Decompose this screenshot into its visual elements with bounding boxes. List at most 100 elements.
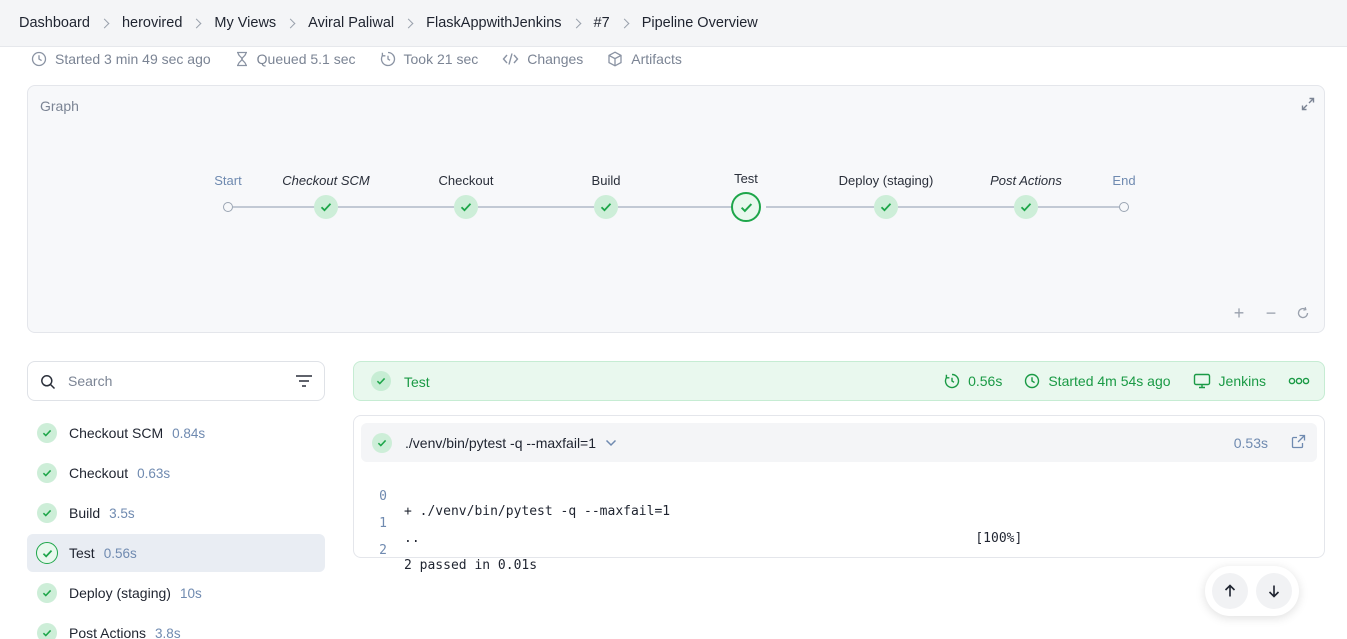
scroll-bottom-button[interactable] xyxy=(1256,573,1292,609)
success-icon xyxy=(371,371,391,391)
success-icon xyxy=(37,623,57,639)
stage-duration-text: 0.56s xyxy=(968,373,1003,389)
breadcrumb-build[interactable]: #7 xyxy=(594,15,610,31)
success-node[interactable] xyxy=(874,195,898,219)
search-input[interactable] xyxy=(68,371,288,391)
stage-label: Build xyxy=(591,173,621,188)
breadcrumb-my-views[interactable]: My Views xyxy=(214,15,276,31)
changes-label: Changes xyxy=(527,51,584,67)
success-node[interactable] xyxy=(314,195,338,219)
step-item-selected[interactable]: Test 0.56s xyxy=(27,534,325,572)
scroll-controls xyxy=(1205,566,1299,616)
step-name: Post Actions xyxy=(69,625,147,639)
more-options-button[interactable] xyxy=(1288,377,1310,385)
step-name: Checkout SCM xyxy=(69,425,164,441)
queued-text: Queued 5.1 sec xyxy=(256,51,356,67)
artifacts-label: Artifacts xyxy=(631,51,682,67)
breadcrumb-dashboard[interactable]: Dashboard xyxy=(19,15,90,31)
chevron-right-icon xyxy=(619,18,630,28)
success-icon xyxy=(37,423,57,443)
check-icon xyxy=(1020,203,1032,212)
chevron-right-icon xyxy=(571,18,581,28)
step-duration: 0.63s xyxy=(137,466,171,481)
stage-label: Checkout xyxy=(438,173,494,188)
success-icon xyxy=(37,583,57,603)
stage-header: Test 0.56s Started 4m 54s ago Jenkins xyxy=(353,361,1325,401)
line-number[interactable]: 2 xyxy=(376,543,390,558)
step-item[interactable]: Build 3.5s xyxy=(27,494,325,532)
connector xyxy=(478,206,594,208)
artifacts-link[interactable]: Artifacts xyxy=(607,51,682,67)
connector xyxy=(233,206,326,208)
success-icon xyxy=(37,463,57,483)
chevron-right-icon xyxy=(99,18,110,28)
log-lines: 0 + ./venv/bin/pytest -q --maxfail=1 1 .… xyxy=(354,474,1324,573)
expand-icon[interactable] xyxy=(1300,96,1316,112)
connector xyxy=(898,206,1014,208)
took-info: Took 21 sec xyxy=(380,51,479,67)
step-item[interactable]: Post Actions 3.8s xyxy=(27,614,325,639)
stage-label: Start xyxy=(214,173,242,188)
reset-zoom-button[interactable] xyxy=(1294,304,1312,322)
stage-label: Post Actions xyxy=(990,173,1062,188)
step-duration: 3.5s xyxy=(109,506,135,521)
step-duration: 0.56s xyxy=(103,546,137,561)
stage-label: Deploy (staging) xyxy=(838,173,934,188)
step-item[interactable]: Checkout SCM 0.84s xyxy=(27,414,325,452)
success-node[interactable] xyxy=(594,195,618,219)
log-command: ./venv/bin/pytest -q --maxfail=1 xyxy=(405,435,597,451)
step-log-panel: ./venv/bin/pytest -q --maxfail=1 0.53s 0… xyxy=(353,415,1325,573)
step-name: Checkout xyxy=(69,465,129,481)
step-name: Test xyxy=(69,545,95,561)
zoom-out-button[interactable]: − xyxy=(1262,303,1280,323)
breadcrumb-aviral-paliwal[interactable]: Aviral Paliwal xyxy=(308,15,394,31)
step-name: Deploy (staging) xyxy=(69,585,171,601)
filter-icon[interactable] xyxy=(295,374,313,388)
log-step-header: ./venv/bin/pytest -q --maxfail=1 0.53s xyxy=(361,423,1317,462)
step-item[interactable]: Checkout 0.63s xyxy=(27,454,325,492)
step-item[interactable]: Deploy (staging) 10s xyxy=(27,574,325,612)
check-icon xyxy=(320,203,332,212)
line-text: 2 passed in 0.01s xyxy=(404,558,538,573)
code-icon xyxy=(502,53,519,65)
check-icon xyxy=(460,203,472,212)
hourglass-icon xyxy=(236,51,247,67)
reset-icon xyxy=(1297,307,1309,319)
agent-link[interactable]: Jenkins xyxy=(1193,373,1266,389)
log-step-toggle[interactable]: ./venv/bin/pytest -q --maxfail=1 xyxy=(405,435,617,451)
step-search xyxy=(27,361,325,401)
timer-icon xyxy=(944,373,960,389)
stage-started-text: Started 4m 54s ago xyxy=(1048,373,1171,389)
success-node[interactable] xyxy=(1014,195,1038,219)
clock-icon xyxy=(31,51,47,67)
connector xyxy=(338,206,454,208)
took-text: Took 21 sec xyxy=(403,51,479,67)
agent-name: Jenkins xyxy=(1218,373,1266,389)
chevron-right-icon xyxy=(285,18,296,28)
connector xyxy=(1038,206,1119,208)
log-line: 1 .. [100%] xyxy=(354,501,1324,546)
changes-link[interactable]: Changes xyxy=(502,51,583,67)
scroll-top-button[interactable] xyxy=(1212,573,1248,609)
build-meta: Started 3 min 49 sec ago Queued 5.1 sec … xyxy=(31,51,706,67)
stage-duration: 0.56s xyxy=(944,373,1002,389)
connector xyxy=(766,206,874,208)
stage-title: Test xyxy=(404,374,430,390)
success-node[interactable] xyxy=(454,195,478,219)
arrow-down-icon xyxy=(1268,585,1280,598)
package-icon xyxy=(608,51,622,67)
breadcrumb-herovired[interactable]: herovired xyxy=(122,15,182,31)
step-duration: 3.8s xyxy=(155,626,181,639)
steps-list: Checkout SCM 0.84s Checkout 0.63s Build 3.5… xyxy=(27,414,325,639)
queued-info: Queued 5.1 sec xyxy=(235,51,356,67)
started-text: Started 3 min 49 sec ago xyxy=(55,51,211,67)
external-link-icon[interactable] xyxy=(1291,434,1306,449)
start-node xyxy=(223,202,233,212)
breadcrumb-pipeline-overview[interactable]: Pipeline Overview xyxy=(642,15,758,31)
breadcrumb: Dashboard herovired My Views Aviral Pali… xyxy=(19,15,758,31)
success-node-selected[interactable] xyxy=(731,192,761,222)
chevron-right-icon xyxy=(191,18,202,28)
timer-icon xyxy=(380,51,395,67)
zoom-in-button[interactable]: + xyxy=(1230,303,1248,323)
breadcrumb-job[interactable]: FlaskAppwithJenkins xyxy=(426,15,561,31)
